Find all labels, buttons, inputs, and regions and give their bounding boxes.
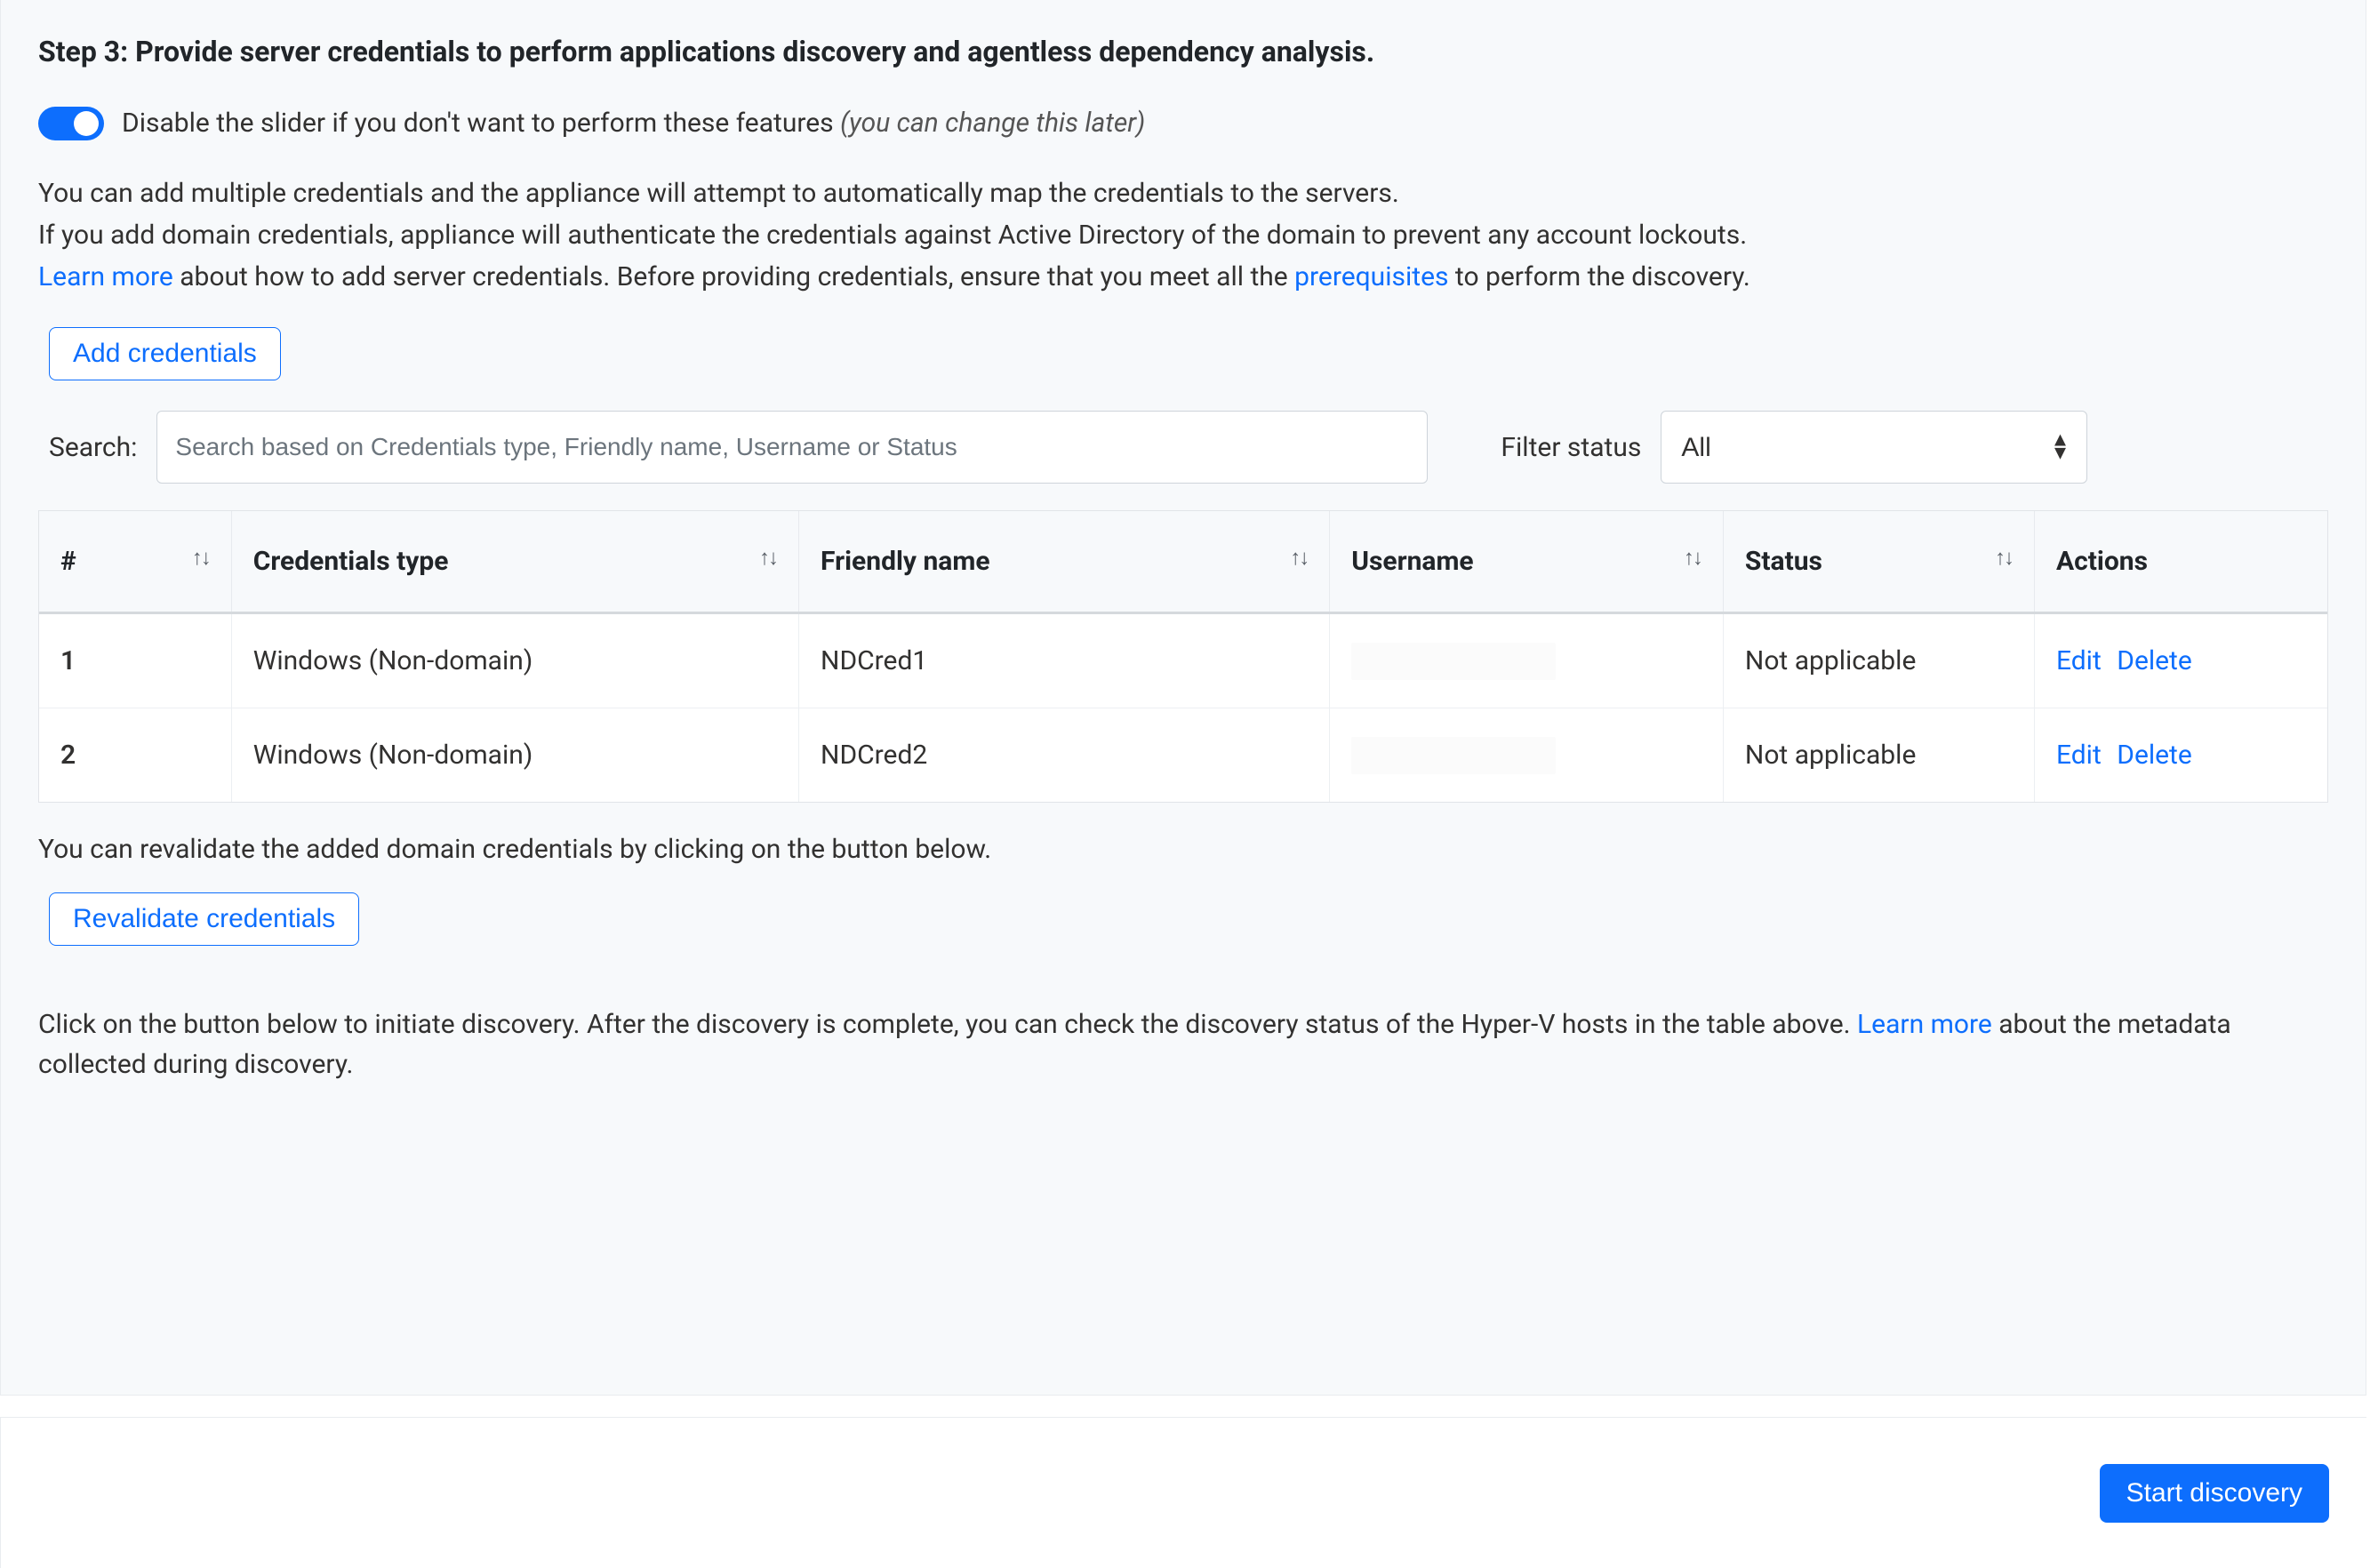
column-header-actions: Actions [2034, 511, 2327, 613]
revalidate-credentials-button[interactable]: Revalidate credentials [49, 892, 359, 946]
toggle-label-text: Disable the slider if you don't want to … [122, 108, 840, 139]
description-line-3: Learn more about how to add server crede… [38, 257, 2328, 297]
edit-link[interactable]: Edit [2056, 740, 2102, 771]
cell-type: Windows (Non-domain) [231, 613, 798, 708]
edit-link[interactable]: Edit [2056, 645, 2102, 676]
learn-more-link[interactable]: Learn more [38, 261, 173, 292]
sort-icon: ↑↓ [1995, 541, 2013, 573]
column-header-status[interactable]: Status↑↓ [1723, 511, 2034, 613]
feature-toggle[interactable] [38, 107, 104, 140]
footer-bar: Start discovery [0, 1417, 2366, 1568]
username-redacted [1351, 737, 1556, 774]
delete-link[interactable]: Delete [2117, 645, 2192, 676]
username-redacted [1351, 643, 1556, 680]
credentials-panel: Step 3: Provide server credentials to pe… [0, 0, 2366, 1396]
cell-status: Not applicable [1723, 613, 2034, 708]
cell-actions: Edit Delete [2034, 708, 2327, 803]
cell-status: Not applicable [1723, 708, 2034, 803]
toggle-knob [74, 111, 99, 136]
search-filter-row: Search: Filter status All ▲▼ [49, 411, 2328, 484]
sort-icon: ↑↓ [759, 541, 777, 573]
add-credentials-button[interactable]: Add credentials [49, 327, 281, 380]
feature-toggle-row: Disable the slider if you don't want to … [38, 103, 2328, 143]
table-row: 1 Windows (Non-domain) NDCred1 Not appli… [39, 613, 2327, 708]
start-discovery-button[interactable]: Start discovery [2100, 1464, 2329, 1523]
toggle-label-hint: (you can change this later) [840, 108, 1145, 139]
column-header-index[interactable]: #↑↓ [39, 511, 231, 613]
table-row: 2 Windows (Non-domain) NDCred2 Not appli… [39, 708, 2327, 803]
column-header-user[interactable]: Username↑↓ [1330, 511, 1724, 613]
filter-status-select[interactable]: All [1661, 411, 2087, 484]
sort-icon: ↑↓ [1290, 541, 1308, 573]
discovery-info: Click on the button below to initiate di… [38, 1004, 2328, 1084]
cell-index: 1 [39, 613, 231, 708]
sort-icon: ↑↓ [192, 541, 210, 573]
cell-index: 2 [39, 708, 231, 803]
prerequisites-link[interactable]: prerequisites [1294, 261, 1448, 292]
sort-icon: ↑↓ [1684, 541, 1701, 573]
search-input[interactable] [156, 411, 1428, 484]
description-line-3-mid: about how to add server credentials. Bef… [173, 261, 1294, 292]
discovery-learn-more-link[interactable]: Learn more [1857, 1009, 1992, 1040]
description-line-1: You can add multiple credentials and the… [38, 173, 2328, 213]
credentials-table-wrap: #↑↓ Credentials type↑↓ Friendly name↑↓ U… [38, 510, 2328, 803]
discovery-info-pre: Click on the button below to initiate di… [38, 1009, 1857, 1040]
description-block: You can add multiple credentials and the… [38, 173, 2328, 297]
feature-toggle-label: Disable the slider if you don't want to … [122, 103, 1145, 143]
revalidate-info: You can revalidate the added domain cred… [38, 829, 2328, 869]
column-header-name[interactable]: Friendly name↑↓ [799, 511, 1330, 613]
step-title: Step 3: Provide server credentials to pe… [38, 30, 2328, 73]
cell-user [1330, 613, 1724, 708]
filter-status-label: Filter status [1501, 428, 1641, 468]
cell-name: NDCred2 [799, 708, 1330, 803]
delete-link[interactable]: Delete [2117, 740, 2192, 771]
cell-user [1330, 708, 1724, 803]
search-label: Search: [49, 428, 137, 468]
cell-actions: Edit Delete [2034, 613, 2327, 708]
cell-type: Windows (Non-domain) [231, 708, 798, 803]
credentials-table: #↑↓ Credentials type↑↓ Friendly name↑↓ U… [39, 511, 2327, 802]
description-line-2: If you add domain credentials, appliance… [38, 215, 2328, 255]
table-header-row: #↑↓ Credentials type↑↓ Friendly name↑↓ U… [39, 511, 2327, 613]
description-line-3-end: to perform the discovery. [1448, 261, 1749, 292]
column-header-type[interactable]: Credentials type↑↓ [231, 511, 798, 613]
cell-name: NDCred1 [799, 613, 1330, 708]
